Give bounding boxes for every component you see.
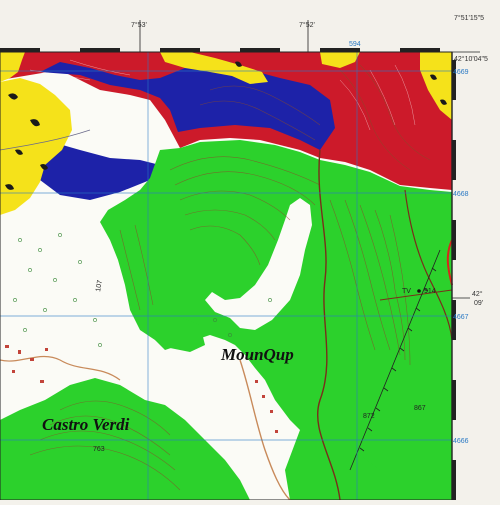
grid-northing-4666: 4666 xyxy=(453,438,469,445)
lat-label-min: 09' xyxy=(474,300,483,307)
grid-easting-594: 594 xyxy=(349,41,361,48)
place-label-mounqup[interactable]: MounQup xyxy=(220,345,294,364)
corner-lon-label: 7°51'15"5 xyxy=(454,14,484,22)
lon-label-753: 7°53' xyxy=(131,21,147,29)
spot-height-872: 872 xyxy=(363,413,375,420)
lat-label-deg: 42° xyxy=(472,290,483,298)
grid-northing-4667: 4667 xyxy=(453,314,469,321)
grid-northing-4669: 4669 xyxy=(453,69,469,76)
grid-northing-4668: 4668 xyxy=(453,191,469,198)
spot-height-867: 867 xyxy=(414,405,426,412)
spot-height-763: 763 xyxy=(93,446,105,453)
topographic-map[interactable]: 7°53' 7°52' 7°51'15"5 42°10'04"5 42° 09'… xyxy=(0,0,500,501)
lon-label-752: 7°52' xyxy=(299,21,315,29)
spot-height-914: 914 xyxy=(424,288,436,295)
tv-label: TV xyxy=(402,288,411,295)
corner-lat-label: 42°10'04"5 xyxy=(454,55,488,63)
place-label-castro-verdi[interactable]: Castro Verdi xyxy=(42,415,130,434)
map-canvas: 7°53' 7°52' 7°51'15"5 42°10'04"5 42° 09'… xyxy=(0,0,500,501)
tv-tower-marker xyxy=(417,289,421,293)
